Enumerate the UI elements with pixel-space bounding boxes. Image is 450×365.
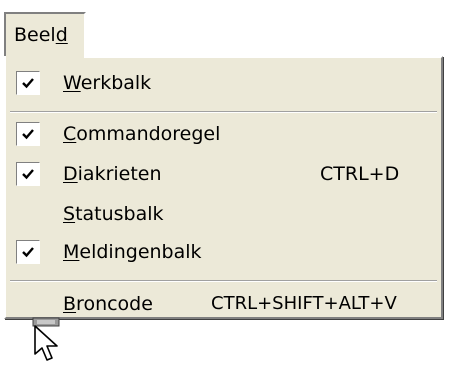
menu-item-label: Commandoregel bbox=[63, 123, 221, 145]
menu-item-shortcut: CTRL+SHIFT+ALT+V bbox=[211, 293, 397, 314]
checkbox-commandoregel bbox=[16, 122, 40, 146]
beeld-dropdown-menu: Werkbalk Commandoregel Diakrieten CTRL+D… bbox=[4, 56, 443, 319]
menu-item-commandoregel[interactable]: Commandoregel bbox=[6, 115, 441, 153]
checkbox-diakrieten bbox=[16, 162, 40, 186]
menu-item-diakrieten[interactable]: Diakrieten CTRL+D bbox=[6, 155, 441, 193]
check-icon bbox=[22, 78, 34, 89]
menu-beeld[interactable]: Beeld bbox=[4, 12, 86, 57]
menu-item-label: Werkbalk bbox=[63, 72, 152, 94]
menu-separator bbox=[10, 280, 437, 282]
menu-item-shortcut: CTRL+D bbox=[320, 163, 400, 185]
checkbox-werkbalk bbox=[16, 71, 40, 95]
check-icon bbox=[22, 129, 34, 140]
menu-item-meldingenbalk[interactable]: Meldingenbalk bbox=[6, 233, 441, 271]
check-icon bbox=[22, 247, 34, 258]
menu-item-label: Diakrieten bbox=[63, 163, 162, 185]
menu-item-statusbalk[interactable]: Statusbalk bbox=[6, 195, 441, 233]
menu-beeld-label: Beeld bbox=[14, 24, 68, 46]
menu-item-label: Statusbalk bbox=[63, 203, 164, 225]
menu-separator bbox=[10, 111, 437, 113]
menu-item-broncode[interactable]: Broncode CTRL+SHIFT+ALT+V bbox=[6, 285, 441, 323]
menu-item-label: Broncode bbox=[63, 293, 153, 315]
mouse-pointer-icon bbox=[32, 317, 60, 361]
check-icon bbox=[22, 169, 34, 180]
checkbox-meldingenbalk bbox=[16, 240, 40, 264]
menu-item-werkbalk[interactable]: Werkbalk bbox=[6, 64, 441, 102]
menu-item-label: Meldingenbalk bbox=[63, 241, 202, 263]
